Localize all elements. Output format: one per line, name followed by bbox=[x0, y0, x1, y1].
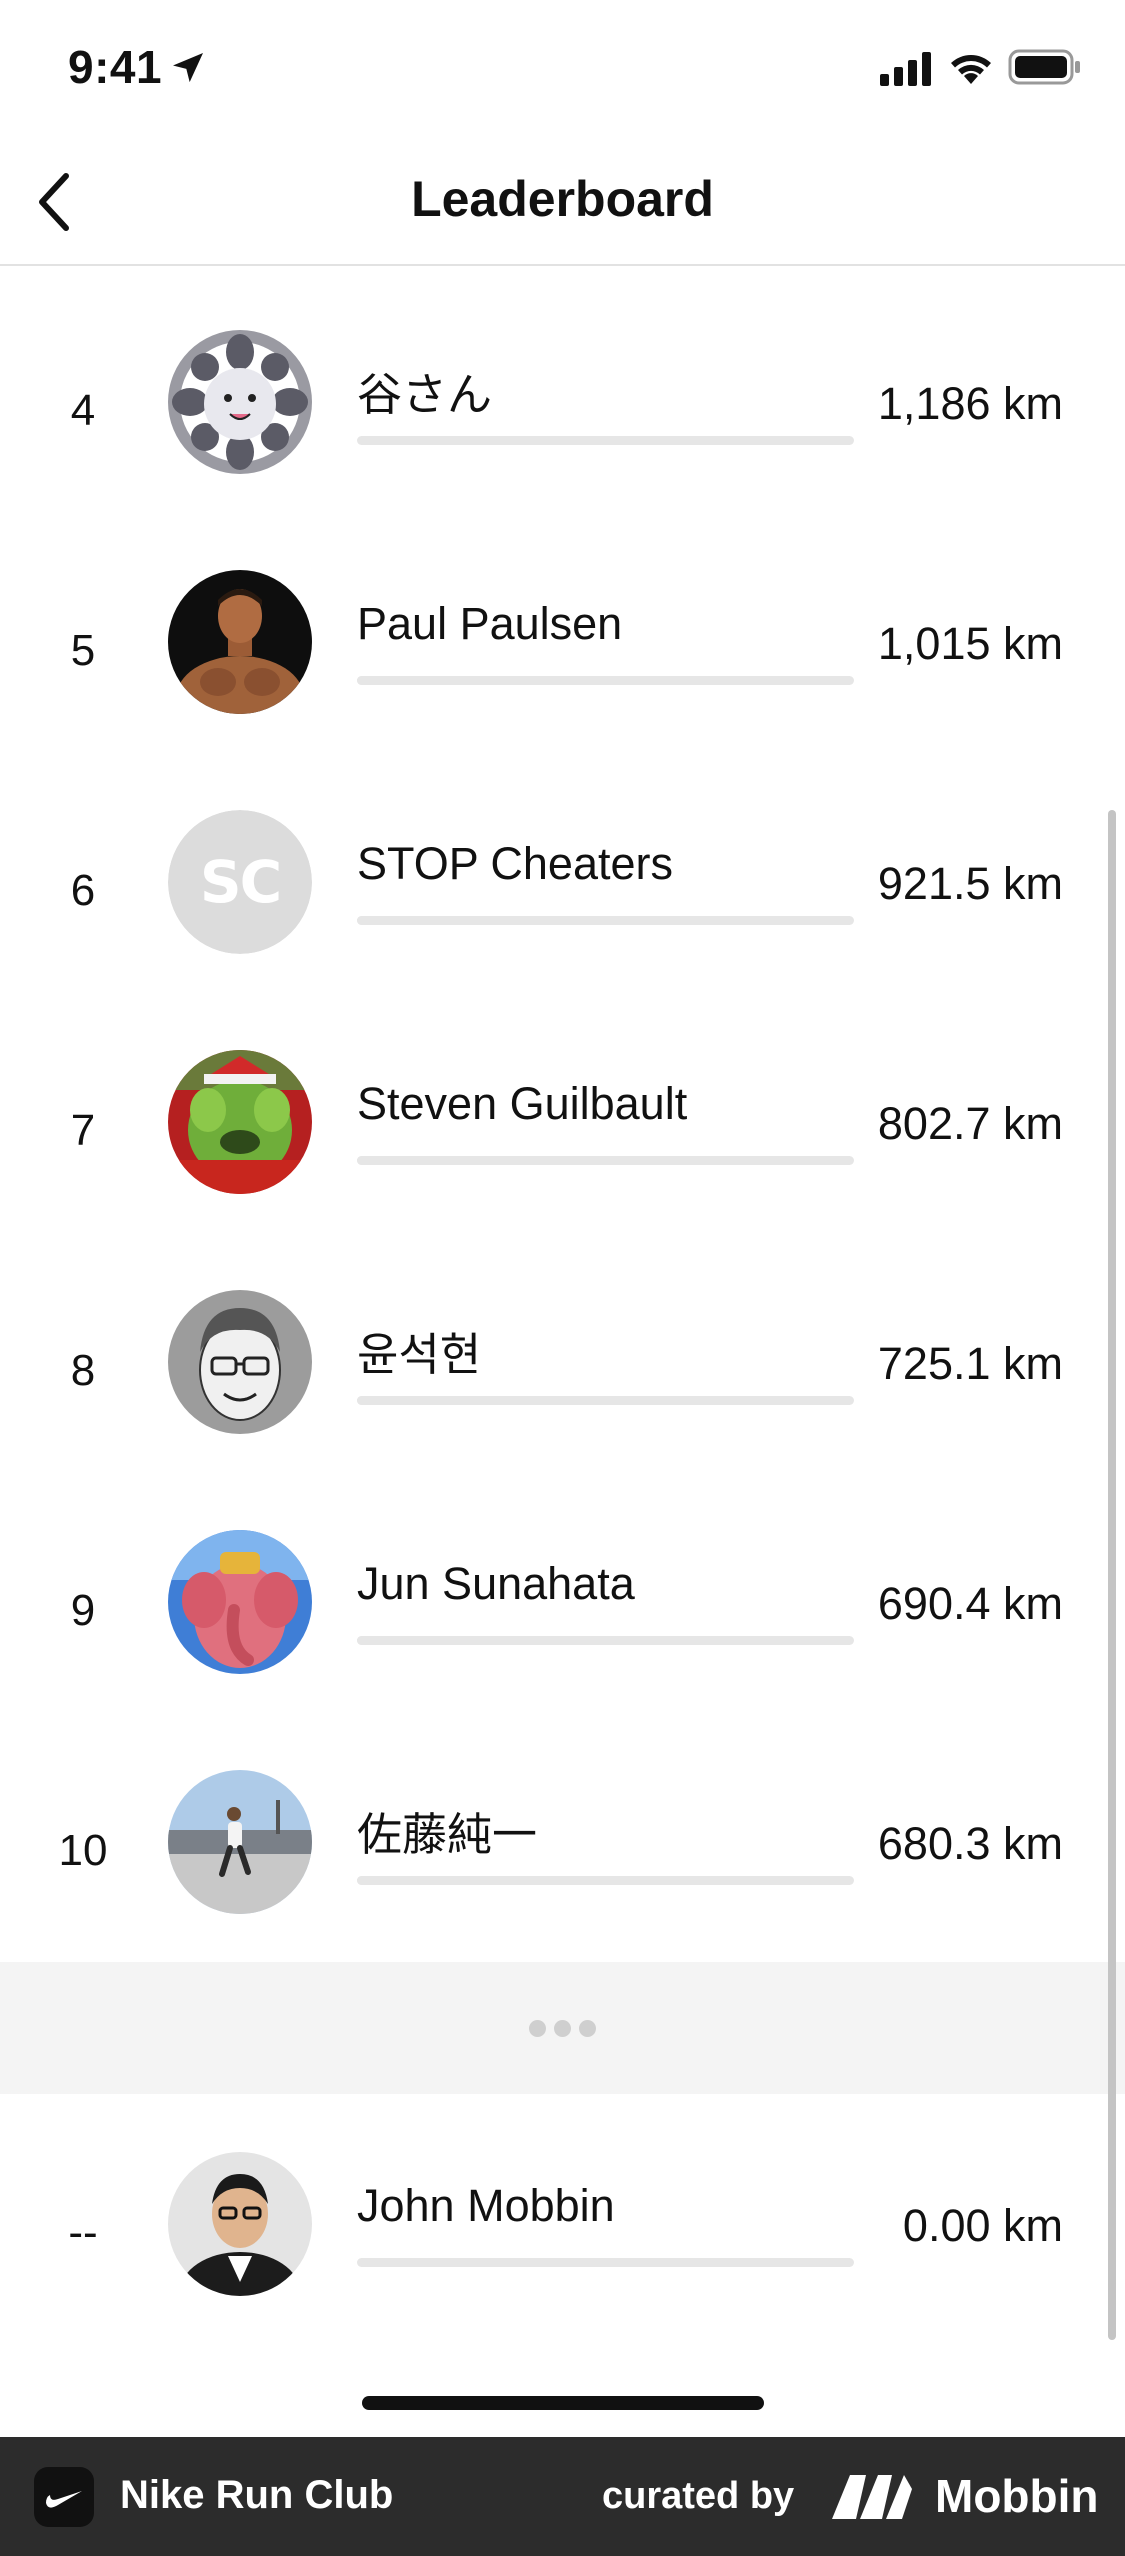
ellipsis-dot bbox=[529, 2019, 546, 2037]
home-indicator[interactable] bbox=[362, 2396, 764, 2410]
leaderboard-row[interactable]: 9 Jun Sunahata 690.4 km bbox=[0, 1506, 1125, 1746]
distance-bar-fill bbox=[357, 676, 783, 685]
distance-value: 690.4 km bbox=[877, 1578, 1063, 1629]
leaderboard-list: 4 谷さん 1,186 km 5 Paul Paulsen 1,015 km 6… bbox=[0, 306, 1125, 1986]
distance-bar-fill bbox=[357, 916, 744, 925]
distance-value: 725.1 km bbox=[877, 1338, 1063, 1389]
distance-bar-fill bbox=[357, 1876, 643, 1885]
distance-bar bbox=[357, 1876, 854, 1885]
rank-number: 10 bbox=[58, 1826, 108, 1875]
runner-name: Paul Paulsen bbox=[357, 598, 623, 649]
distance-bar bbox=[357, 1636, 854, 1645]
more-entries-separator bbox=[0, 1962, 1125, 2094]
current-user-row[interactable]: -- John Mobbin 0.00 km bbox=[0, 2128, 1125, 2368]
status-bar: 9:41 bbox=[0, 0, 1125, 140]
leaderboard-row[interactable]: 8 윤석현 725.1 km bbox=[0, 1266, 1125, 1506]
rank-number: 5 bbox=[70, 626, 96, 675]
cellular-signal-icon bbox=[880, 52, 931, 86]
rank-number: 4 bbox=[70, 386, 96, 435]
distance-bar-fill bbox=[357, 1396, 661, 1405]
status-time: 9:41 bbox=[68, 41, 163, 93]
distance-bar bbox=[357, 1156, 854, 1165]
distance-value: 802.7 km bbox=[877, 1098, 1063, 1149]
distance-bar bbox=[357, 436, 854, 445]
distance-value: 1,015 km bbox=[877, 618, 1063, 669]
avatar-marathon-runner[interactable] bbox=[168, 1770, 312, 1914]
avatar-grinch[interactable] bbox=[168, 1050, 312, 1194]
distance-value: 680.3 km bbox=[877, 1818, 1063, 1869]
ellipsis-dot bbox=[579, 2019, 596, 2037]
runner-name: 佐藤純一 bbox=[357, 1809, 538, 1860]
distance-bar-fill bbox=[357, 436, 854, 445]
mobbin-brand-name: Mobbin bbox=[935, 2470, 1099, 2522]
mobbin-logo-icon bbox=[832, 2475, 912, 2519]
runner-name: 谷さん bbox=[357, 369, 493, 420]
leaderboard-row[interactable]: 4 谷さん 1,186 km bbox=[0, 306, 1125, 546]
avatar-bodybuilder[interactable] bbox=[168, 570, 312, 714]
avatar-initials-text: SC bbox=[168, 810, 312, 954]
avatar-current-user[interactable] bbox=[168, 2152, 312, 2296]
rank-number: 8 bbox=[70, 1346, 96, 1395]
runner-name: 윤석현 bbox=[357, 1329, 482, 1380]
nike-swoosh-icon bbox=[46, 2491, 82, 2508]
distance-bar bbox=[357, 1396, 854, 1405]
rank-number: -- bbox=[68, 2208, 98, 2257]
distance-value: 0.00 km bbox=[902, 2200, 1063, 2251]
runner-name: John Mobbin bbox=[357, 2180, 615, 2231]
avatar-sketch-portrait[interactable] bbox=[168, 1290, 312, 1434]
leaderboard-row[interactable]: 7 Steven Guilbault 802.7 km bbox=[0, 1026, 1125, 1266]
distance-bar-fill bbox=[357, 1156, 694, 1165]
app-name: Nike Run Club bbox=[120, 2473, 394, 2517]
runner-name: STOP Cheaters bbox=[357, 838, 673, 889]
wifi-icon bbox=[951, 55, 991, 84]
rank-number: 6 bbox=[70, 866, 96, 915]
battery-icon bbox=[1008, 49, 1080, 85]
page-title: Leaderboard bbox=[411, 171, 714, 227]
rank-number: 9 bbox=[70, 1586, 96, 1635]
leaderboard-screen: 9:41 Leaderboard 4 谷さん 1,186 km 5 Paul P… bbox=[0, 0, 1125, 2556]
distance-bar bbox=[357, 2258, 854, 2267]
leaderboard-row[interactable]: 10 佐藤純一 680.3 km bbox=[0, 1746, 1125, 1986]
footer-banner: Nike Run Club curated by Mobbin bbox=[0, 2437, 1125, 2556]
vertical-scrollbar[interactable] bbox=[1108, 810, 1116, 2340]
leaderboard-row[interactable]: 6 SC STOP Cheaters 921.5 km bbox=[0, 786, 1125, 1026]
avatar-initials[interactable]: SC bbox=[168, 810, 312, 954]
leaderboard-row[interactable]: 5 Paul Paulsen 1,015 km bbox=[0, 546, 1125, 786]
runner-name: Steven Guilbault bbox=[357, 1078, 688, 1129]
location-arrow-icon bbox=[173, 53, 203, 83]
distance-bar-fill bbox=[357, 1636, 647, 1645]
distance-bar bbox=[357, 676, 854, 685]
distance-value: 921.5 km bbox=[877, 858, 1063, 909]
curated-by-label: curated by bbox=[602, 2475, 795, 2517]
rank-number: 7 bbox=[70, 1106, 96, 1155]
avatar-flower[interactable] bbox=[168, 330, 312, 474]
distance-bar bbox=[357, 916, 854, 925]
avatar-ganesha-statue[interactable] bbox=[168, 1530, 312, 1674]
navigation-bar: Leaderboard bbox=[0, 140, 1125, 266]
distance-value: 1,186 km bbox=[877, 378, 1063, 429]
nike-run-club-app-icon bbox=[34, 2467, 94, 2527]
ellipsis-dot bbox=[554, 2019, 571, 2037]
runner-name: Jun Sunahata bbox=[357, 1558, 635, 1609]
